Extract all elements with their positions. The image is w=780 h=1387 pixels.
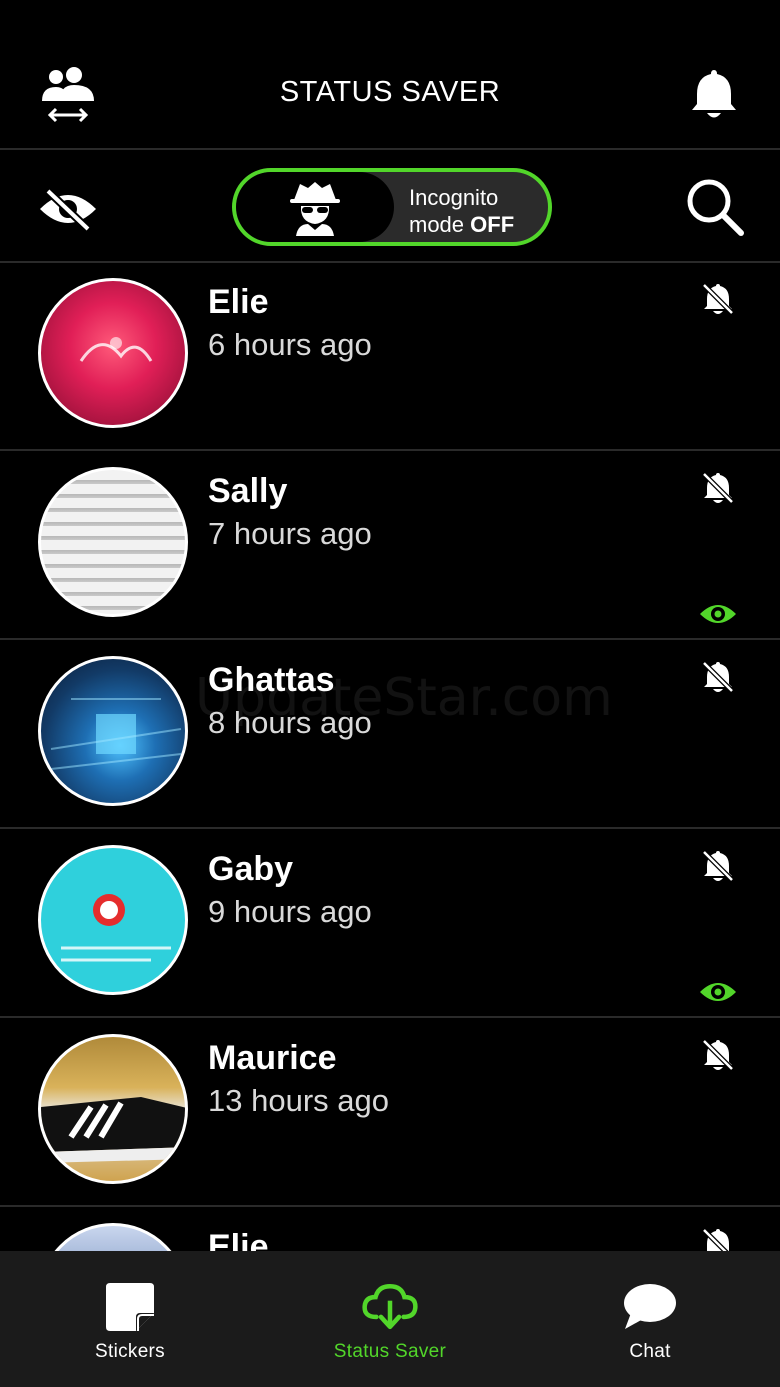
sticker-icon bbox=[102, 1279, 158, 1335]
avatar bbox=[38, 467, 188, 617]
hide-status-button[interactable] bbox=[38, 184, 98, 234]
page-title: STATUS SAVER bbox=[279, 76, 501, 108]
cloud-download-icon bbox=[362, 1279, 418, 1335]
tab-label: Stickers bbox=[95, 1341, 165, 1362]
muted-bell-icon[interactable] bbox=[700, 1226, 736, 1251]
incognito-label: Incognito mode OFF bbox=[409, 184, 514, 238]
seen-eye-icon bbox=[698, 978, 738, 1006]
avatar bbox=[38, 1223, 188, 1251]
muted-bell-icon[interactable] bbox=[700, 1037, 736, 1073]
contact-name: Maurice bbox=[208, 1039, 337, 1077]
muted-bell-icon[interactable] bbox=[700, 659, 736, 695]
contact-name: Sally bbox=[208, 472, 288, 510]
muted-bell-icon[interactable] bbox=[700, 470, 736, 506]
status-time: 13 hours ago bbox=[208, 1083, 389, 1118]
tab-bar: Stickers Status Saver Chat bbox=[0, 1251, 780, 1387]
status-time: 7 hours ago bbox=[208, 516, 372, 551]
status-row[interactable]: Sally 7 hours ago bbox=[0, 452, 780, 640]
tab-label: Status Saver bbox=[333, 1341, 447, 1362]
toolbar: Incognito mode OFF bbox=[0, 152, 780, 263]
tab-chat[interactable]: Chat bbox=[520, 1251, 780, 1387]
app-header: STATUS SAVER bbox=[0, 0, 780, 150]
status-row[interactable]: Elie bbox=[0, 1208, 780, 1251]
status-row[interactable]: Gaby 9 hours ago bbox=[0, 830, 780, 1018]
tab-status-saver[interactable]: Status Saver bbox=[260, 1251, 520, 1387]
seen-eye-icon bbox=[698, 600, 738, 628]
avatar bbox=[38, 656, 188, 806]
status-time: 9 hours ago bbox=[208, 894, 372, 929]
status-time: 6 hours ago bbox=[208, 327, 372, 362]
search-icon bbox=[687, 179, 744, 236]
status-time: 8 hours ago bbox=[208, 705, 372, 740]
muted-bell-icon[interactable] bbox=[700, 848, 736, 884]
incognito-line1: Incognito bbox=[409, 185, 499, 210]
chat-bubble-icon bbox=[622, 1279, 678, 1335]
incognito-toggle[interactable]: Incognito mode OFF bbox=[232, 168, 552, 246]
status-list: Elie 6 hours ago Sally 7 hours ago Ghatt… bbox=[0, 263, 780, 1251]
bell-icon bbox=[692, 70, 736, 118]
contact-name: Elie bbox=[208, 283, 269, 321]
avatar bbox=[38, 845, 188, 995]
incognito-line2-prefix: mode bbox=[409, 212, 471, 237]
muted-bell-icon[interactable] bbox=[700, 281, 736, 317]
contact-name: Elie bbox=[208, 1228, 269, 1251]
avatar bbox=[38, 1034, 188, 1184]
incognito-state: OFF bbox=[470, 212, 515, 237]
status-row[interactable]: Ghattas 8 hours ago bbox=[0, 641, 780, 829]
notifications-button[interactable] bbox=[688, 66, 740, 122]
tab-label: Chat bbox=[629, 1341, 671, 1362]
contact-name: Ghattas bbox=[208, 661, 335, 699]
avatar bbox=[38, 278, 188, 428]
status-row[interactable]: Maurice 13 hours ago bbox=[0, 1019, 780, 1207]
incognito-knob bbox=[236, 172, 394, 242]
tab-stickers[interactable]: Stickers bbox=[0, 1251, 260, 1387]
status-row[interactable]: Elie 6 hours ago bbox=[0, 263, 780, 451]
eye-slash-icon bbox=[40, 188, 96, 231]
spy-icon bbox=[290, 182, 340, 236]
contact-name: Gaby bbox=[208, 850, 294, 888]
search-button[interactable] bbox=[684, 176, 746, 238]
